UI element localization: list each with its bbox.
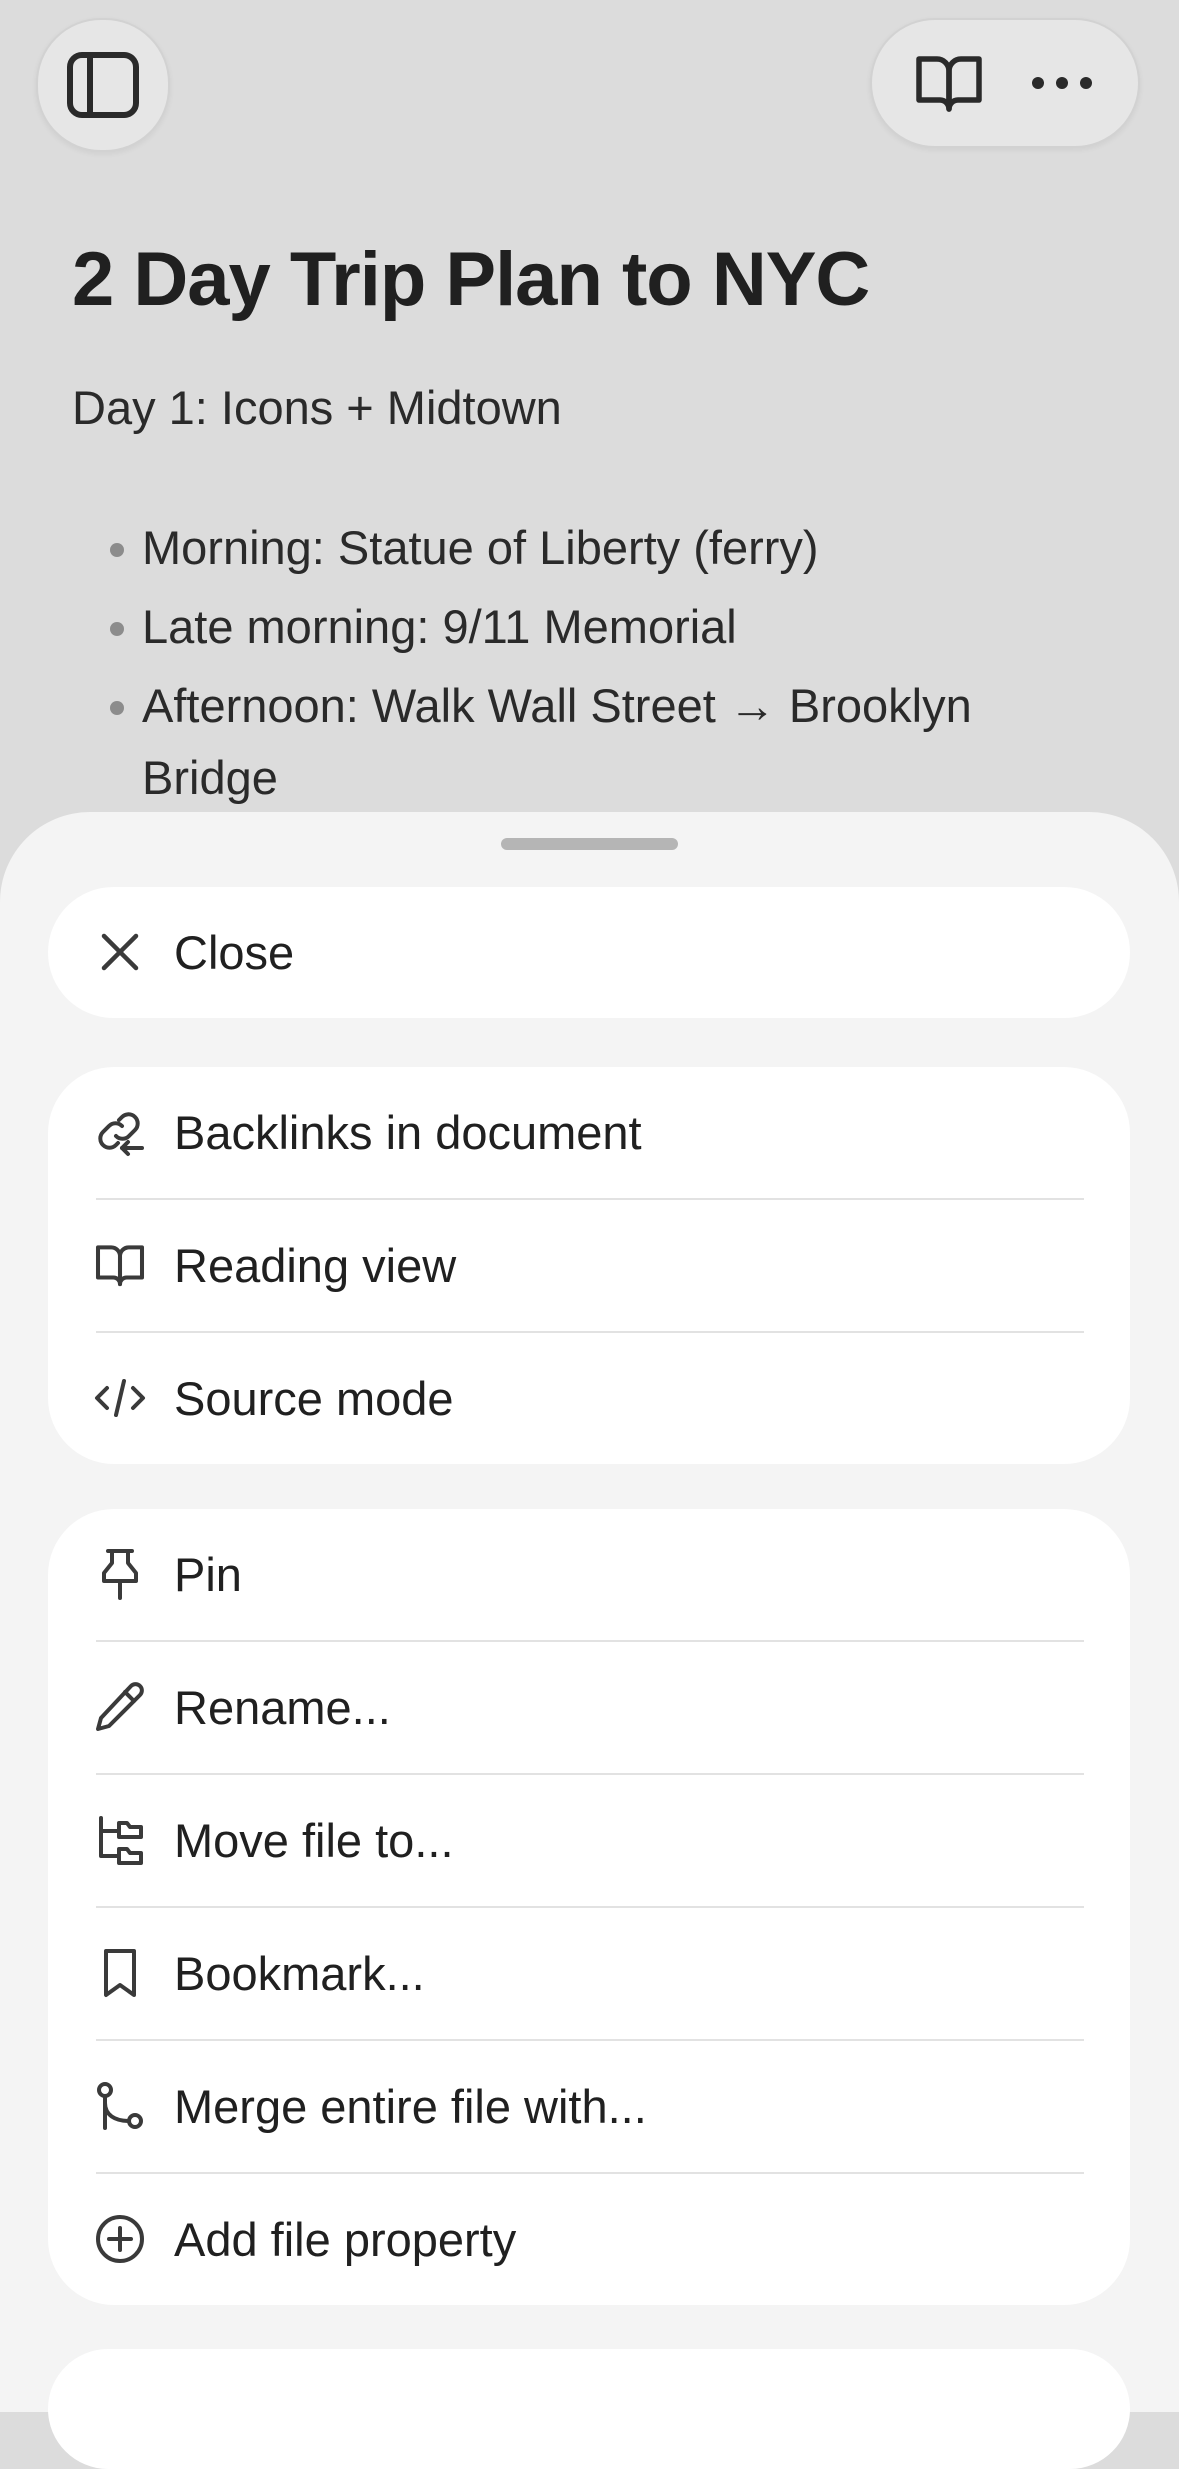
backlinks-label: Backlinks in document: [174, 1106, 642, 1159]
document-paragraph: Day 1: Icons + Midtown: [72, 381, 562, 434]
reading-view-toggle-button[interactable]: [909, 43, 989, 123]
source-mode-menu-item[interactable]: Source mode: [48, 1333, 1130, 1464]
action-sheet: Close Backlinks in document Reading view…: [0, 812, 1179, 2469]
list-item-text: Afternoon: Walk Wall Street → Brooklyn B…: [142, 679, 972, 804]
backlink-icon: [94, 1106, 146, 1158]
source-mode-label: Source mode: [174, 1372, 454, 1425]
reading-view-menu-item[interactable]: Reading view: [48, 1200, 1130, 1331]
move-file-label: Move file to...: [174, 1814, 454, 1867]
sidebar-toggle-icon: [63, 45, 143, 125]
pencil-icon: [94, 1681, 146, 1733]
bookmark-icon: [94, 1947, 146, 1999]
book-open-icon: [915, 56, 982, 112]
bullet-dot: [110, 622, 124, 636]
pin-menu-item[interactable]: Pin: [48, 1509, 1130, 1640]
merge-file-menu-item[interactable]: Merge entire file with...: [48, 2041, 1130, 2172]
toolbar-actions: [870, 18, 1140, 148]
reading-view-label: Reading view: [174, 1239, 457, 1292]
plus-circle-icon: [94, 2213, 146, 2265]
list-item: Late morning: 9/11 Memorial: [72, 591, 1112, 663]
backlinks-menu-item[interactable]: Backlinks in document: [48, 1067, 1130, 1198]
close-label: Close: [174, 926, 295, 979]
more-options-button[interactable]: [1022, 43, 1102, 123]
bookmark-label: Bookmark...: [174, 1947, 425, 2000]
add-file-property-label: Add file property: [174, 2213, 517, 2266]
add-file-property-menu-item[interactable]: Add file property: [48, 2174, 1130, 2305]
merge-file-label: Merge entire file with...: [174, 2080, 647, 2133]
page-title: 2 Day Trip Plan to NYC: [72, 237, 870, 322]
bullet-dot: [110, 701, 124, 715]
sidebar-toggle-button[interactable]: [36, 18, 170, 152]
close-group: Close: [48, 887, 1130, 1018]
bullet-list: Morning: Statue of Liberty (ferry) Late …: [72, 512, 1112, 821]
code-icon: [94, 1372, 146, 1424]
list-item-text: Late morning: 9/11 Memorial: [142, 600, 737, 653]
rename-label: Rename...: [174, 1681, 391, 1734]
file-options-group: Pin Rename... Move file to... Bookmark..…: [48, 1509, 1130, 2305]
rename-menu-item[interactable]: Rename...: [48, 1642, 1130, 1773]
close-button[interactable]: Close: [48, 887, 1130, 1018]
more-horizontal-icon: [1031, 77, 1092, 89]
list-item: Afternoon: Walk Wall Street → Brooklyn B…: [72, 670, 1112, 814]
list-item: Morning: Statue of Liberty (ferry): [72, 512, 1112, 584]
git-merge-icon: [94, 2080, 146, 2132]
more-options-group: [48, 2349, 1130, 2469]
book-open-icon: [94, 1239, 146, 1291]
pin-label: Pin: [174, 1548, 242, 1601]
pin-icon: [94, 1548, 146, 1600]
sheet-grabber[interactable]: [501, 838, 678, 850]
move-file-menu-item[interactable]: Move file to...: [48, 1775, 1130, 1906]
close-icon: [94, 926, 146, 978]
folder-tree-icon: [94, 1814, 146, 1866]
view-options-group: Backlinks in document Reading view Sourc…: [48, 1067, 1130, 1464]
bullet-dot: [110, 543, 124, 557]
bookmark-menu-item[interactable]: Bookmark...: [48, 1908, 1130, 2039]
list-item-text: Morning: Statue of Liberty (ferry): [142, 521, 819, 574]
